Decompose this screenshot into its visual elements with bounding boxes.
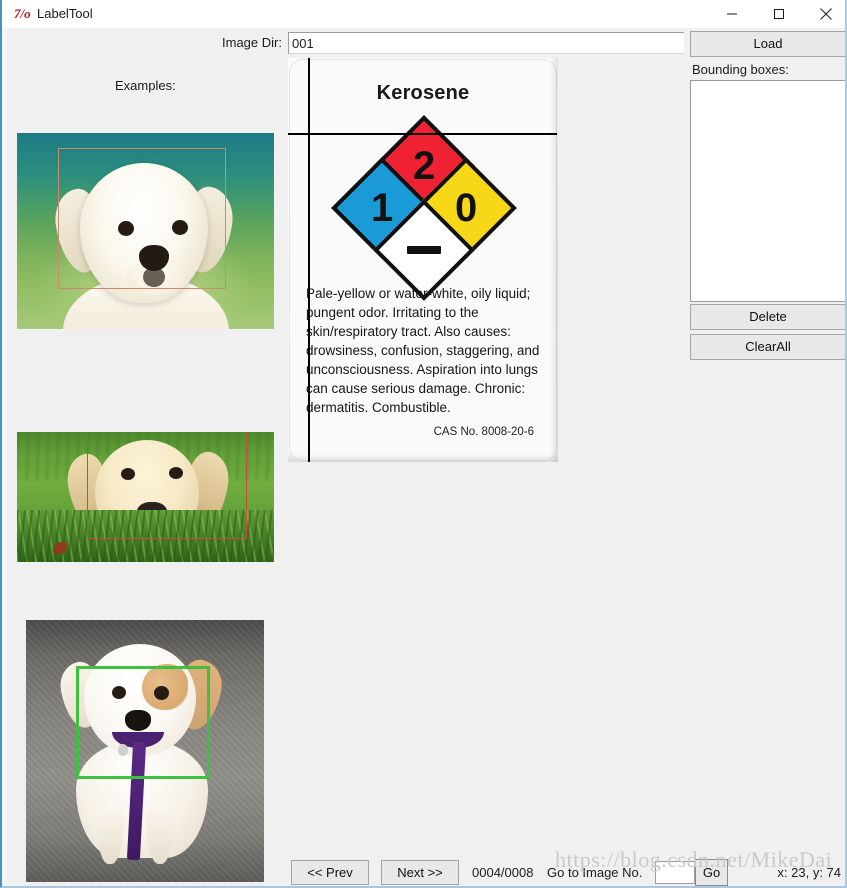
image-dir-label: Image Dir: xyxy=(222,35,282,50)
next-button[interactable]: Next >> xyxy=(381,860,459,885)
delete-button[interactable]: Delete xyxy=(690,304,845,330)
nfpa-special-dash-icon xyxy=(407,246,441,254)
labeling-canvas[interactable]: Kerosene 2 1 0 Pale-yellow or water-whit… xyxy=(288,58,558,462)
close-button[interactable] xyxy=(803,0,845,28)
close-icon xyxy=(820,8,832,20)
chemical-name: Kerosene xyxy=(376,82,470,104)
minimize-icon xyxy=(727,13,737,15)
example-thumbnail-1[interactable] xyxy=(17,133,274,329)
nfpa-health-value: 1 xyxy=(370,186,394,230)
example-thumbnail-2[interactable] xyxy=(17,432,274,562)
maximize-button[interactable] xyxy=(756,0,802,28)
clearall-button[interactable]: ClearAll xyxy=(690,334,845,360)
chemical-card-image: Kerosene 2 1 0 Pale-yellow or water-whit… xyxy=(288,58,558,462)
card-bottom-shadow xyxy=(288,454,558,462)
bounding-boxes-label: Bounding boxes: xyxy=(692,62,789,77)
examples-heading: Examples: xyxy=(115,78,176,93)
window-title: LabelTool xyxy=(37,6,93,21)
go-button[interactable]: Go xyxy=(695,859,728,886)
image-dir-input[interactable]: 001 xyxy=(288,32,684,54)
image-progress-label: 0004/0008 xyxy=(472,865,534,880)
nfpa-fire-value: 2 xyxy=(412,144,436,188)
nfpa-diamond: 2 1 0 xyxy=(331,115,517,301)
example-bounding-box-1 xyxy=(58,148,226,289)
title-bar: 7/o LabelTool xyxy=(2,0,845,28)
example-bounding-box-3 xyxy=(76,666,210,779)
load-button[interactable]: Load xyxy=(690,31,845,57)
nfpa-reactivity-value: 0 xyxy=(454,186,478,230)
example-thumbnail-3[interactable] xyxy=(26,620,264,882)
cas-number: CAS No. 8008-20-6 xyxy=(433,426,534,438)
example-bounding-box-2 xyxy=(87,432,247,539)
goto-image-input[interactable] xyxy=(655,861,695,884)
left-gutter xyxy=(2,28,7,886)
bounding-boxes-listbox[interactable] xyxy=(690,80,845,302)
app-window: 7/o LabelTool Image Dir: 001 Load Exampl… xyxy=(0,0,847,888)
card-edge-shadow xyxy=(550,58,558,462)
crosshair-vertical-line xyxy=(308,58,310,462)
prev-button[interactable]: << Prev xyxy=(291,860,369,885)
chemical-description: Pale-yellow or water-white, oily liquid;… xyxy=(306,286,540,415)
tk-logo-icon: 7/o xyxy=(14,5,32,23)
goto-image-label: Go to Image No. xyxy=(547,865,643,880)
crosshair-horizontal-line xyxy=(288,133,557,135)
minimize-button[interactable] xyxy=(709,0,755,28)
maximize-icon xyxy=(774,9,784,19)
cursor-coordinates-label: x: 23, y: 74 xyxy=(777,865,841,880)
svg-text:7/o: 7/o xyxy=(14,6,31,21)
